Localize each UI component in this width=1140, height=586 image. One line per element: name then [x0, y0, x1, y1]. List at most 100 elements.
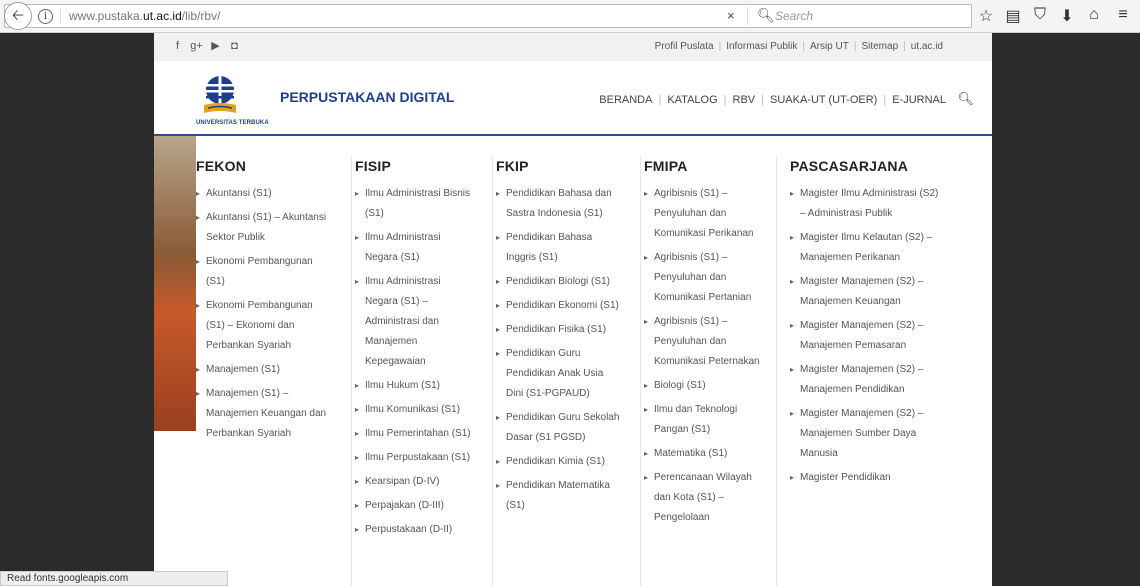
- menu-item[interactable]: Magister Ilmu Administrasi (S2) – Admini…: [790, 184, 940, 224]
- menu-item[interactable]: Pendidikan Biologi (S1): [496, 272, 621, 292]
- hero-image: [154, 136, 196, 431]
- menu-item[interactable]: Ilmu Administrasi Negara (S1): [355, 228, 475, 268]
- menu-column-pascasarjana: PASCASARJANA Magister Ilmu Administrasi …: [790, 158, 940, 492]
- menu-item[interactable]: Pendidikan Ekonomi (S1): [496, 296, 621, 316]
- menu-item[interactable]: Pendidikan Bahasa Inggris (S1): [496, 228, 621, 268]
- browser-toolbar: 🡠 i www.pustaka.ut.ac.id/lib/rbv/ × 🔍︎ S…: [0, 0, 1140, 33]
- nav-e-jurnal[interactable]: E-JURNAL: [886, 94, 952, 106]
- column-heading: FISIP: [355, 158, 392, 174]
- column-divider: [640, 156, 641, 586]
- column-divider: [492, 156, 493, 586]
- nav-rbv[interactable]: RBV: [727, 94, 762, 106]
- toplink-informasi-publik[interactable]: Informasi Publik: [721, 41, 802, 52]
- search-icon[interactable]: 🔍︎: [957, 91, 974, 107]
- back-button[interactable]: 🡠: [4, 2, 32, 30]
- menu-item[interactable]: Magister Ilmu Kelautan (S2) – Manajemen …: [790, 228, 940, 268]
- column-divider: [776, 156, 777, 586]
- website: f g+ ▶ ◘ Profil Puslata | Informasi Publik | Ar…: [154, 33, 992, 586]
- site-title[interactable]: PERPUSTAKAAN DIGITAL: [280, 89, 454, 105]
- menu-list: Akuntansi (S1) Akuntansi (S1) – Akuntans…: [196, 184, 331, 444]
- menu-item[interactable]: Akuntansi (S1): [196, 184, 331, 204]
- column-heading: FEKON: [196, 158, 246, 174]
- menu-item[interactable]: Ilmu Hukum (S1): [355, 376, 475, 396]
- google-plus-icon[interactable]: g+: [187, 40, 206, 52]
- column-heading: FMIPA: [644, 158, 688, 174]
- toplink-sitemap[interactable]: Sitemap: [856, 41, 903, 52]
- url-divider: [60, 9, 61, 23]
- address-bar[interactable]: 🡠 i www.pustaka.ut.ac.id/lib/rbv/ × 🔍︎ S…: [4, 2, 972, 30]
- menu-item[interactable]: Ilmu dan Teknologi Pangan (S1): [644, 400, 764, 440]
- url-path: /lib/rbv/: [181, 9, 221, 23]
- menu-item[interactable]: Pendidikan Fisika (S1): [496, 320, 621, 340]
- menu-column-fisip: FISIP Ilmu Administrasi Bisnis (S1) Ilmu…: [355, 158, 475, 544]
- url-text[interactable]: www.pustaka.ut.ac.id/lib/rbv/: [69, 9, 220, 23]
- menu-item[interactable]: Agribisnis (S1) – Penyuluhan dan Komunik…: [644, 312, 764, 372]
- close-icon[interactable]: ×: [727, 8, 735, 23]
- menu-item[interactable]: Ekonomi Pembangunan (S1) – Ekonomi dan P…: [196, 296, 331, 356]
- menu-item[interactable]: Manajemen (S1): [196, 360, 331, 380]
- main-nav: BERANDA | KATALOG | RBV | SUAKA-UT (UT-OER) | E-…: [593, 94, 952, 106]
- home-icon[interactable]: ⌂: [1084, 6, 1104, 24]
- status-bar: Read fonts.googleapis.com: [0, 571, 228, 586]
- menu-item[interactable]: Ilmu Administrasi Negara (S1) – Administ…: [355, 272, 475, 372]
- menu-item[interactable]: Manajemen (S1) – Manajemen Keuangan dan …: [196, 384, 331, 444]
- menu-item[interactable]: Ekonomi Pembangunan (S1): [196, 252, 331, 292]
- url-prefix: www.pustaka.: [69, 9, 144, 23]
- menu-item[interactable]: Magister Pendidikan: [790, 468, 940, 488]
- menu-item[interactable]: Ilmu Komunikasi (S1): [355, 400, 475, 420]
- search-divider: [747, 7, 748, 25]
- menu-item[interactable]: Biologi (S1): [644, 376, 764, 396]
- url-domain: ut.ac.id: [143, 9, 182, 23]
- pocket-icon[interactable]: ⛉: [1030, 6, 1050, 24]
- ut-logo[interactable]: [200, 75, 240, 117]
- column-heading: PASCASARJANA: [790, 158, 909, 174]
- site-header: UNIVERSITAS TERBUKA PERPUSTAKAAN DIGITAL…: [154, 61, 992, 136]
- menu-item[interactable]: Agribisnis (S1) – Penyuluhan dan Komunik…: [644, 248, 764, 308]
- menu-item[interactable]: Ilmu Perpustakaan (S1): [355, 448, 475, 468]
- menu-item[interactable]: Perencanaan Wilayah dan Kota (S1) – Peng…: [644, 468, 764, 528]
- mega-menu: FEKON Akuntansi (S1) Akuntansi (S1) – Ak…: [196, 136, 951, 586]
- menu-item[interactable]: Pendidikan Matematika (S1): [496, 476, 621, 516]
- search-input[interactable]: Search: [775, 9, 813, 23]
- menu-item[interactable]: Akuntansi (S1) – Akuntansi Sektor Publik: [196, 208, 331, 248]
- menu-item[interactable]: Ilmu Administrasi Bisnis (S1): [355, 184, 475, 224]
- menu-column-fkip: FKIP Pendidikan Bahasa dan Sastra Indone…: [496, 158, 621, 520]
- menu-item[interactable]: Perpustakaan (D-II): [355, 520, 475, 540]
- facebook-icon[interactable]: f: [168, 40, 187, 52]
- toplink-arsip[interactable]: Arsip UT: [805, 41, 854, 52]
- menu-list: Magister Ilmu Administrasi (S2) – Admini…: [790, 184, 940, 488]
- social-links: f g+ ▶ ◘: [168, 39, 244, 52]
- menu-list: Pendidikan Bahasa dan Sastra Indonesia (…: [496, 184, 621, 516]
- menu-column-fekon: FEKON Akuntansi (S1) Akuntansi (S1) – Ak…: [196, 158, 331, 448]
- nav-katalog[interactable]: KATALOG: [661, 94, 723, 106]
- menu-item[interactable]: Kearsipan (D-IV): [355, 472, 475, 492]
- youtube-icon[interactable]: ▶: [206, 39, 225, 52]
- menu-item[interactable]: Matematika (S1): [644, 444, 764, 464]
- menu-item[interactable]: Perpajakan (D-III): [355, 496, 475, 516]
- reading-list-icon[interactable]: ▤: [1003, 6, 1023, 26]
- instagram-icon[interactable]: ◘: [225, 40, 244, 52]
- menu-item[interactable]: Magister Manajemen (S2) – Manajemen Keua…: [790, 272, 940, 312]
- menu-item[interactable]: Pendidikan Guru Sekolah Dasar (S1 PGSD): [496, 408, 621, 448]
- top-bar: f g+ ▶ ◘ Profil Puslata | Informasi Publik | Ar…: [154, 33, 992, 62]
- menu-item[interactable]: Pendidikan Kimia (S1): [496, 452, 621, 472]
- menu-item[interactable]: Magister Manajemen (S2) – Manajemen Pema…: [790, 316, 940, 356]
- menu-icon[interactable]: ≡: [1113, 6, 1133, 24]
- nav-beranda[interactable]: BERANDA: [593, 94, 658, 106]
- nav-suaka-ut[interactable]: SUAKA-UT (UT-OER): [764, 94, 883, 106]
- toplink-ut[interactable]: ut.ac.id: [906, 41, 948, 52]
- menu-item[interactable]: Magister Manajemen (S2) – Manajemen Pend…: [790, 360, 940, 400]
- menu-item[interactable]: Ilmu Pemerintahan (S1): [355, 424, 475, 444]
- menu-item[interactable]: Magister Manajemen (S2) – Manajemen Sumb…: [790, 404, 940, 464]
- menu-item[interactable]: Agribisnis (S1) – Penyuluhan dan Komunik…: [644, 184, 764, 244]
- toplink-profil[interactable]: Profil Puslata: [650, 41, 719, 52]
- search-icon: 🔍︎: [757, 7, 775, 23]
- bookmark-star-icon[interactable]: ☆: [976, 6, 996, 26]
- menu-item[interactable]: Pendidikan Bahasa dan Sastra Indonesia (…: [496, 184, 621, 224]
- menu-item[interactable]: Pendidikan Guru Pendidikan Anak Usia Din…: [496, 344, 621, 404]
- logo-caption: UNIVERSITAS TERBUKA: [196, 120, 269, 126]
- info-icon[interactable]: i: [38, 9, 53, 24]
- download-icon[interactable]: ⬇: [1057, 6, 1077, 26]
- column-divider: [351, 156, 352, 586]
- menu-list: Agribisnis (S1) – Penyuluhan dan Komunik…: [644, 184, 764, 528]
